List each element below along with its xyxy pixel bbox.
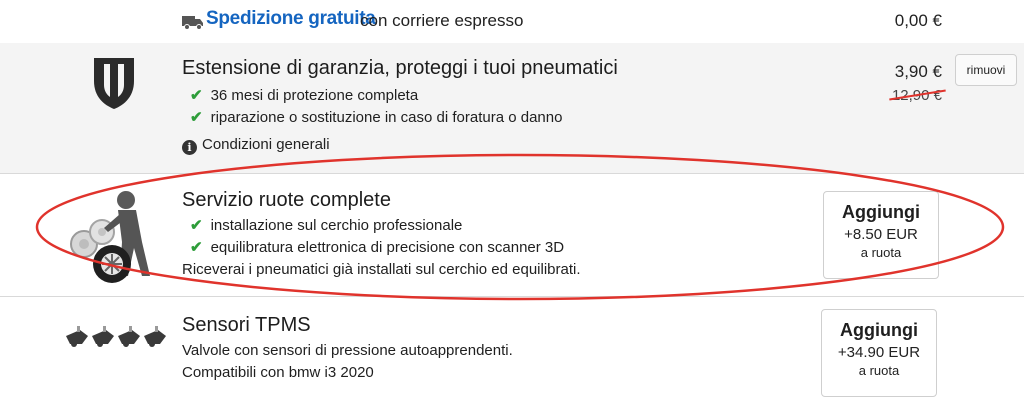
add-button-unit: a ruota <box>860 245 902 260</box>
wheel-service-title: Servizio ruote complete <box>182 189 391 211</box>
warranty-feature: ✔ 36 mesi di protezione completa <box>190 87 419 104</box>
terms-link[interactable]: i Condizioni generali <box>182 136 330 155</box>
warranty-row: Estensione di garanzia, proteggi i tuoi … <box>0 43 1024 173</box>
add-button-price: +8.50 EUR <box>844 226 918 243</box>
check-icon: ✔ <box>190 239 203 256</box>
mechanic-wheel-icon <box>70 191 150 283</box>
wheel-service-note: Riceverai i pneumatici già installati su… <box>182 261 581 278</box>
wheel-service-row: Servizio ruote complete ✔ installazione s… <box>0 174 1024 296</box>
tpms-compatibility: Compatibili con bmw i3 2020 <box>182 364 374 381</box>
truck-icon <box>182 16 203 30</box>
check-icon: ✔ <box>190 87 203 104</box>
add-tpms-button[interactable]: Aggiungi +34.90 EUR a ruota <box>821 309 937 397</box>
wheel-service-feature: ✔ installazione sul cerchio professionale <box>190 217 463 234</box>
tpms-description: Valvole con sensori di pressione autoapp… <box>182 342 513 359</box>
tpms-title: Sensori TPMS <box>182 314 311 336</box>
shipping-row: Spedizione gratuita con corriere espress… <box>0 0 1024 43</box>
shield-icon <box>94 58 134 109</box>
warranty-old-price: 12,90 € <box>889 87 946 104</box>
info-icon: i <box>182 140 197 155</box>
shipping-subtitle: con corriere espresso <box>360 11 524 30</box>
warranty-title: Estensione di garanzia, proteggi i tuoi … <box>182 57 618 79</box>
shipping-title: Spedizione gratuita <box>206 8 376 29</box>
check-icon: ✔ <box>190 217 203 234</box>
shipping-price: 0,00 € <box>894 11 942 30</box>
add-button-label: Aggiungi <box>842 202 920 222</box>
tpms-sensor-icon <box>66 326 166 347</box>
remove-button[interactable]: rimuovi <box>955 54 1017 86</box>
add-button-label: Aggiungi <box>840 320 918 340</box>
add-button-unit: a ruota <box>858 363 900 378</box>
wheel-service-feature: ✔ equilibratura elettronica di precisione… <box>190 239 565 256</box>
tpms-row: Sensori TPMS Valvole con sensori di pres… <box>0 297 1024 411</box>
warranty-feature: ✔ riparazione o sostituzione in caso di f… <box>190 109 563 126</box>
add-button-price: +34.90 EUR <box>837 344 921 361</box>
warranty-price: 3,90 € <box>894 62 942 81</box>
check-icon: ✔ <box>190 109 203 126</box>
add-wheel-service-button[interactable]: Aggiungi +8.50 EUR a ruota <box>823 191 939 279</box>
